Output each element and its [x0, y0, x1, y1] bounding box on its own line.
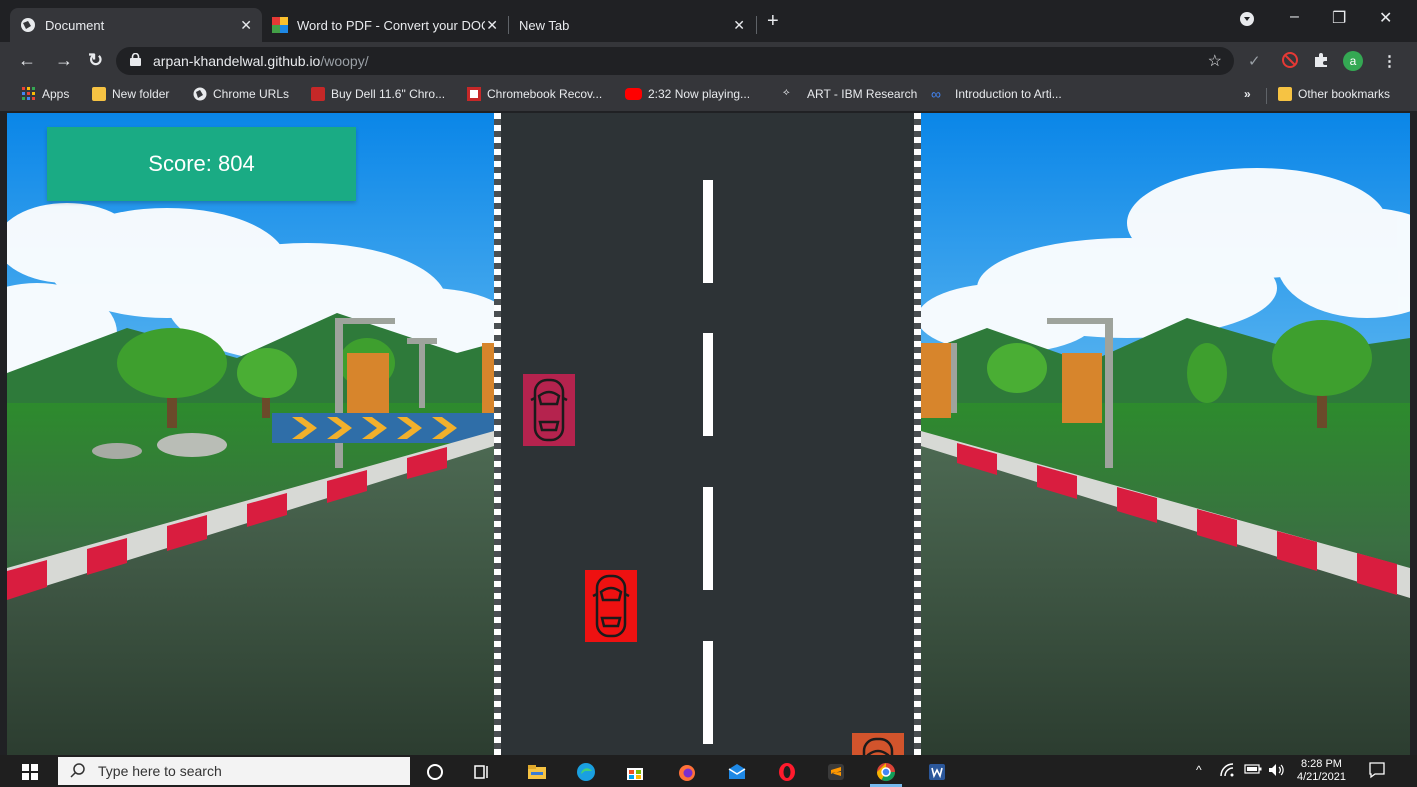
sublime-text-icon[interactable]	[826, 762, 846, 782]
notifications-icon[interactable]	[1368, 761, 1386, 782]
bookmarks-overflow[interactable]: »	[1244, 87, 1251, 101]
close-icon[interactable]: ✕	[733, 17, 745, 34]
bookmark-art-ibm[interactable]: ⟡ ART - IBM Research	[783, 87, 917, 101]
kebab-menu-icon[interactable]: ⋮	[1382, 52, 1397, 70]
minimize-icon[interactable]: –	[1290, 8, 1299, 26]
forward-arrow-icon[interactable]: →	[55, 50, 73, 71]
bookmark-star-icon[interactable]: ☆	[1208, 51, 1222, 71]
blocked-extension-icon[interactable]	[1282, 52, 1298, 72]
windows-taskbar: Type here to search ^ 8:28 PM 4/21/2021	[0, 755, 1417, 787]
url-host: arpan-khandelwal.github.io	[153, 53, 321, 69]
close-icon[interactable]: ✕	[486, 17, 498, 34]
car-icon	[862, 737, 894, 755]
score-label: Score: 804	[148, 151, 255, 176]
mail-icon[interactable]	[727, 762, 747, 782]
wifi-icon[interactable]	[1220, 763, 1236, 780]
back-arrow-icon[interactable]: ←	[18, 50, 36, 71]
cortana-icon[interactable]	[425, 762, 445, 782]
bookmark-apps[interactable]: Apps	[22, 87, 69, 101]
car-icon	[592, 574, 630, 638]
bookmark-buy-dell[interactable]: Buy Dell 11.6" Chro...	[311, 87, 445, 101]
lane-marker	[703, 333, 713, 436]
browser-toolbar: ← → ↻ arpan-khandelwal.github.io /woopy/…	[0, 42, 1417, 80]
tab-strip: Document ✕ Word to PDF - Convert your DO…	[0, 0, 1417, 42]
infinity-icon: ∞	[931, 86, 941, 102]
road-curb-left	[494, 113, 501, 755]
file-explorer-icon[interactable]	[527, 762, 547, 782]
lock-icon	[130, 52, 141, 69]
red-shop-icon	[311, 87, 325, 101]
enemy-car-orange	[852, 733, 904, 755]
store-icon[interactable]	[625, 762, 645, 782]
folder-icon	[1278, 87, 1292, 101]
tab-new-tab[interactable]: New Tab ✕	[509, 8, 755, 42]
clock-date: 4/21/2021	[1297, 771, 1346, 783]
bookmark-intro-ai[interactable]: ∞ Introduction to Arti...	[931, 87, 1062, 101]
word-icon[interactable]	[927, 762, 947, 782]
clock-time: 8:28 PM	[1300, 758, 1342, 770]
check-extension-icon[interactable]: ✓	[1248, 52, 1261, 70]
bookmark-chromebook-recovery[interactable]: Chromebook Recov...	[467, 87, 602, 101]
window-close-icon[interactable]: ✕	[1379, 8, 1392, 28]
url-path: /woopy/	[320, 53, 369, 69]
bookmark-now-playing[interactable]: 2:32 Now playing...	[625, 87, 750, 101]
battery-icon[interactable]	[1244, 763, 1262, 778]
bookmarks-bar: Apps New folder Chrome URLs Buy Dell 11.…	[0, 80, 1417, 112]
bookmark-new-folder[interactable]: New folder	[92, 87, 169, 101]
tray-chevron-up-icon[interactable]: ^	[1196, 763, 1202, 777]
road-curb-right	[914, 113, 921, 755]
bookmark-other[interactable]: Other bookmarks	[1278, 87, 1390, 101]
game-canvas[interactable]: Score: 804	[7, 113, 1410, 755]
address-bar[interactable]: arpan-khandelwal.github.io /woopy/ ☆	[116, 47, 1234, 75]
search-placeholder: Type here to search	[98, 763, 222, 779]
close-icon[interactable]: ✕	[240, 17, 252, 34]
folder-icon	[92, 87, 106, 101]
score-panel: Score: 804	[47, 127, 356, 201]
puzzle-extensions-icon[interactable]	[1313, 52, 1329, 72]
tab-title: Word to PDF - Convert your DOC	[297, 17, 485, 33]
tab-search-icon[interactable]	[1239, 11, 1255, 32]
lane-marker	[703, 641, 713, 744]
volume-icon[interactable]	[1268, 763, 1286, 780]
globe-icon	[20, 17, 36, 33]
enemy-car-crimson	[523, 374, 575, 446]
youtube-icon	[625, 88, 642, 100]
search-icon	[70, 762, 86, 781]
tab-word-to-pdf[interactable]: Word to PDF - Convert your DOC ✕	[262, 8, 508, 42]
system-clock[interactable]: 8:28 PM 4/21/2021	[1297, 758, 1346, 784]
player-car[interactable]	[585, 570, 637, 642]
windows-start-icon[interactable]	[22, 764, 38, 785]
ibm-research-icon: ⟡	[783, 87, 790, 98]
tab-title: Document	[45, 17, 105, 33]
taskbar-search-box[interactable]: Type here to search	[58, 757, 410, 785]
firefox-icon[interactable]	[677, 762, 697, 782]
opera-icon[interactable]	[777, 762, 797, 782]
restore-icon[interactable]: ❐	[1332, 8, 1346, 28]
recovery-icon	[467, 87, 481, 101]
task-view-icon[interactable]	[472, 762, 492, 782]
profile-avatar[interactable]: a	[1343, 51, 1363, 71]
reload-icon[interactable]: ↻	[88, 50, 103, 71]
apps-grid-icon	[22, 87, 36, 101]
tab-title: New Tab	[519, 17, 570, 33]
globe-icon	[193, 87, 207, 101]
tab-document[interactable]: Document ✕	[10, 8, 262, 42]
new-tab-plus-icon[interactable]: +	[767, 10, 779, 33]
lane-marker	[703, 487, 713, 590]
colorful-squares-icon	[272, 17, 288, 33]
chrome-icon[interactable]	[876, 762, 896, 782]
car-icon	[530, 378, 568, 442]
road	[494, 113, 921, 755]
lane-marker	[703, 180, 713, 283]
edge-icon[interactable]	[576, 762, 596, 782]
bookmark-chrome-urls[interactable]: Chrome URLs	[193, 87, 289, 101]
